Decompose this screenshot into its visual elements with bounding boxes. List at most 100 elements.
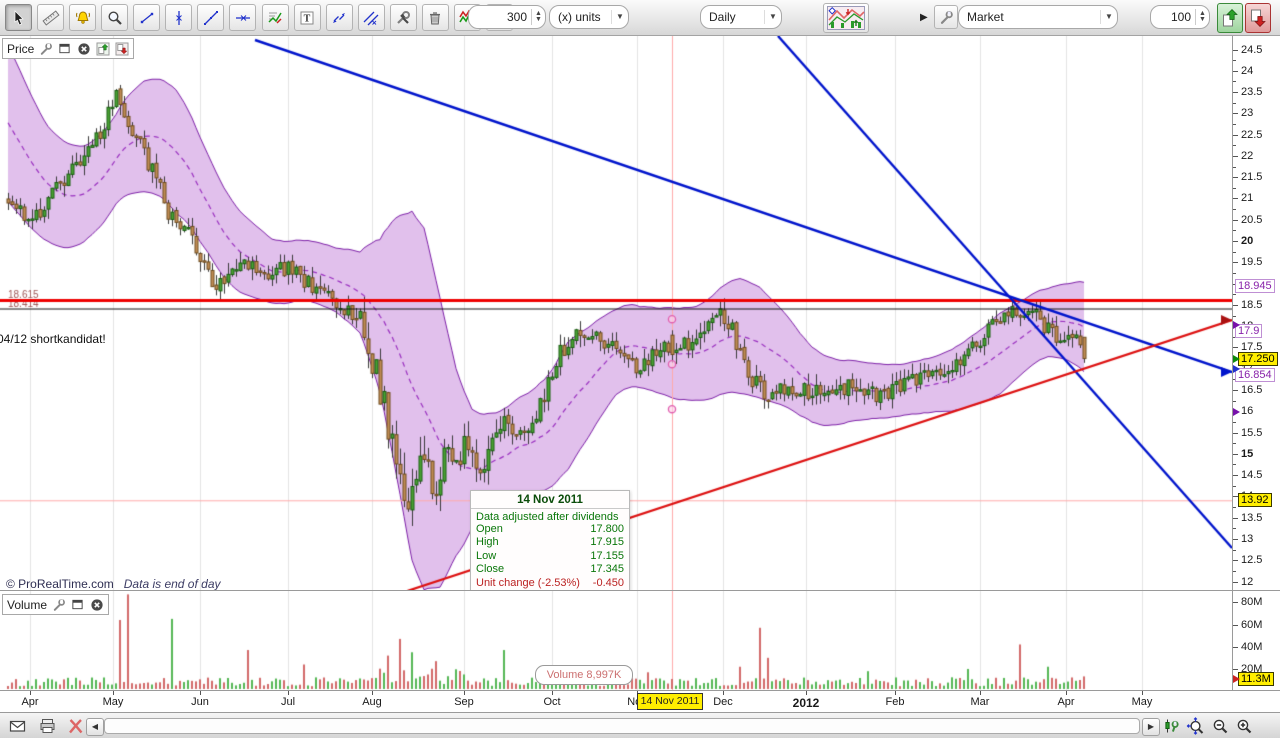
price-minor-tick — [1233, 294, 1236, 295]
price-tick — [1233, 92, 1238, 93]
price-close-button[interactable] — [76, 41, 91, 56]
volume-pane[interactable]: Volume Volume 8,997K — [0, 590, 1232, 690]
envelope-icon — [8, 717, 27, 735]
volume-tooltip: Volume 8,997K — [535, 665, 633, 685]
zoom-in-button[interactable] — [1233, 716, 1255, 736]
horizontal-line-tool-button[interactable] — [229, 4, 256, 31]
price-maximize-button[interactable] — [57, 41, 72, 56]
email-button[interactable] — [6, 716, 28, 736]
price-tick — [1233, 220, 1238, 221]
tooltip-row: Close17.345 — [471, 563, 629, 576]
price-tick-label: 19.5 — [1241, 257, 1262, 268]
order-qty-value[interactable]: 100 — [1151, 10, 1195, 24]
zoom-fit-icon — [1185, 717, 1206, 735]
vertical-line-tool-button[interactable] — [165, 4, 192, 31]
price-minor-tick — [1233, 252, 1236, 253]
parallel-lines-tool-button[interactable] — [358, 4, 385, 31]
volume-settings-button[interactable] — [51, 597, 66, 612]
chart-text-annotation[interactable]: 04/12 shortkandidat! — [0, 332, 106, 346]
price-minor-tick — [1233, 103, 1236, 104]
volume-maximize-button[interactable] — [70, 597, 85, 612]
delete-tool-button[interactable] — [422, 4, 449, 31]
volume-tick — [1233, 669, 1238, 670]
price-minor-tick — [1233, 81, 1236, 82]
order-settings-button[interactable] — [934, 5, 958, 29]
month-tick — [200, 691, 201, 695]
volume-tick — [1233, 602, 1238, 603]
indicator-tool-button[interactable] — [262, 4, 289, 31]
settings-tools-button[interactable] — [390, 4, 417, 31]
scroll-right-button[interactable]: ▶ — [1142, 718, 1160, 736]
volume-close-button[interactable] — [89, 597, 104, 612]
price-tick-label: 24.5 — [1241, 45, 1262, 56]
candle-wrench-icon — [1162, 717, 1181, 735]
move-tool-button[interactable] — [326, 4, 353, 31]
selected-date-box: 14 Nov 2011 — [637, 693, 703, 710]
volume-axis[interactable]: 80M60M40M20M11.3M — [1232, 590, 1280, 690]
panel-expander-arrow[interactable]: ▶ — [920, 12, 928, 23]
price-tick-label: 22 — [1241, 151, 1253, 162]
bars-count-value[interactable]: 300 — [469, 10, 531, 24]
prorealtime-window: { "top_toolbar": { "tools": ["cursor","r… — [0, 0, 1280, 738]
axis-arrow-marker — [1233, 675, 1240, 683]
volume-pane-header: Volume — [2, 594, 109, 615]
price-tick-label: 14.5 — [1241, 470, 1262, 481]
sell-order-button[interactable] — [1245, 3, 1271, 33]
price-chart-pane[interactable]: Price 04/12 shortkandidat! © ProRealTime… — [0, 36, 1232, 590]
segment-tool-button[interactable] — [133, 4, 160, 31]
price-tick — [1233, 177, 1238, 178]
date-axis[interactable]: 14 Nov 2011 AprMayJunJulAugSepOctNovDec2… — [0, 690, 1280, 712]
units-dropdown[interactable]: (x) units ▼ — [549, 5, 629, 29]
scroll-left-button[interactable]: ◀ — [86, 718, 104, 736]
close-icon — [90, 598, 104, 612]
chevron-down-icon: ▼ — [611, 10, 628, 24]
chart-style-button[interactable] — [823, 3, 869, 33]
horizontal-scrollbar[interactable] — [104, 718, 1140, 734]
volume-pane-title: Volume — [7, 598, 47, 612]
price-tick — [1233, 518, 1238, 519]
price-export-down-button[interactable] — [114, 41, 129, 56]
buy-order-button[interactable] — [1217, 3, 1243, 33]
month-tick — [1142, 691, 1143, 695]
price-tick-label: 12.5 — [1241, 555, 1262, 566]
volume-tick-label: 60M — [1241, 620, 1262, 631]
zoom-fit-button[interactable] — [1184, 716, 1206, 736]
price-tick-label: 16 — [1241, 406, 1253, 417]
text-tool-button[interactable]: T — [294, 4, 321, 31]
vertical-line-icon — [170, 9, 188, 27]
order-qty-spinner[interactable]: 100 ▲▼ — [1150, 5, 1210, 29]
price-minor-tick — [1233, 209, 1236, 210]
price-minor-tick — [1233, 507, 1236, 508]
wrench-icon — [39, 42, 53, 56]
zoom-tool-button[interactable] — [101, 4, 128, 31]
sell-page-down-icon — [1249, 8, 1267, 28]
print-button[interactable] — [36, 716, 58, 736]
order-qty-spin-arrows[interactable]: ▲▼ — [1195, 9, 1209, 25]
price-settings-button[interactable] — [38, 41, 53, 56]
watermark: © ProRealTime.comData is end of day — [6, 577, 221, 590]
cursor-tool-button[interactable] — [5, 4, 32, 31]
volume-tick — [1233, 625, 1238, 626]
price-export-up-button[interactable] — [95, 41, 110, 56]
price-minor-tick — [1233, 550, 1236, 551]
month-tick — [113, 691, 114, 695]
timeframe-dropdown[interactable]: Daily ▼ — [700, 5, 782, 29]
price-axis[interactable]: 24.52423.52322.52221.52120.52019.51918.5… — [1232, 36, 1280, 590]
price-tick-label: 23.5 — [1241, 87, 1262, 98]
disconnect-button[interactable] — [64, 716, 86, 736]
bars-count-spinner[interactable]: 300 ▲▼ — [468, 5, 546, 29]
chart-zoom-settings-button[interactable] — [1160, 716, 1182, 736]
bars-count-spin-arrows[interactable]: ▲▼ — [531, 9, 545, 25]
zoom-out-button[interactable] — [1209, 716, 1231, 736]
zoom-out-icon — [1210, 717, 1230, 735]
price-tick-label: 13.5 — [1241, 513, 1262, 524]
trend-line-tool-button[interactable] — [197, 4, 224, 31]
price-tick — [1233, 156, 1238, 157]
price-tick — [1233, 305, 1238, 306]
watermark-note: Data is end of day — [124, 577, 221, 590]
ruler-tool-button[interactable] — [37, 4, 64, 31]
chevron-down-icon: ▼ — [1100, 10, 1117, 24]
magnifier-icon — [106, 9, 124, 27]
market-search-dropdown[interactable]: Market ▼ — [958, 5, 1118, 29]
alarm-tool-button[interactable] — [69, 4, 96, 31]
